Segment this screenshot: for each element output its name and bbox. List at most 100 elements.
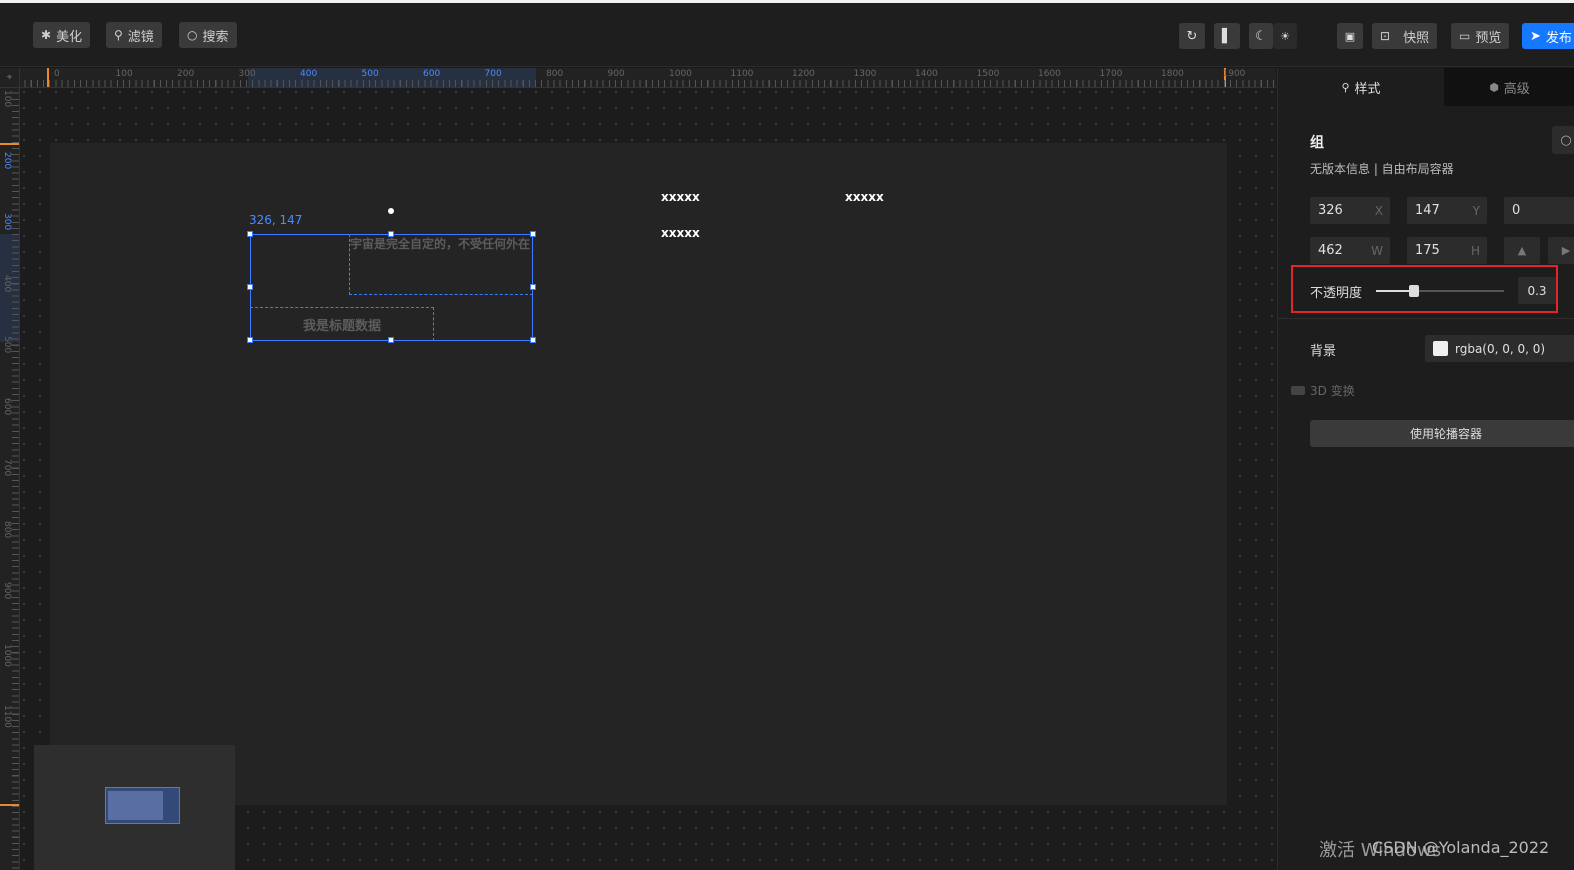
- beautify-label: 美化: [56, 29, 83, 45]
- flip-vertical-button[interactable]: ▲: [1504, 237, 1540, 264]
- ruler-top-label: 1200: [792, 69, 815, 79]
- ruler-top-label: 100: [115, 69, 133, 79]
- toggle-icon[interactable]: [1291, 386, 1305, 395]
- minimap[interactable]: [34, 745, 235, 870]
- use-carousel-button[interactable]: 使用轮播容器: [1310, 420, 1574, 447]
- tab-advanced[interactable]: ⬢ 高级: [1444, 68, 1574, 106]
- title-component-text: 我是标题数据: [302, 318, 381, 334]
- background-color-input[interactable]: rgba(0, 0, 0, 0): [1425, 335, 1574, 362]
- beautify-button[interactable]: ✱ 美化: [33, 22, 91, 48]
- height-value: 175: [1415, 243, 1440, 258]
- ruler-left-label: 500: [2, 336, 12, 354]
- flip-horizontal-icon: ▶: [1561, 244, 1571, 257]
- ruler-top-label: 500: [361, 69, 379, 79]
- ruler-top-label: 1700: [1099, 69, 1123, 79]
- selection-coordinates: 326, 147: [249, 213, 303, 227]
- ruler-top-label: 800: [546, 69, 564, 79]
- minimap-stage: [108, 791, 163, 820]
- resize-handle-ne[interactable]: [530, 231, 536, 237]
- preview-button[interactable]: ▭ 预览: [1451, 23, 1510, 49]
- ruler-left-label: 600: [2, 397, 12, 415]
- dark-mode-button[interactable]: ☾: [1249, 23, 1273, 49]
- transform-3d-label: 3D 变换: [1310, 384, 1355, 398]
- x-suffix: X: [1374, 203, 1383, 218]
- moon-icon: ☾: [1255, 28, 1267, 44]
- properties-panel: ⚲ 样式 ⬢ 高级 组 ○ 无版本信息 | 自由布局容器 326 X 147 Y…: [1277, 68, 1574, 870]
- resize-handle-n[interactable]: [388, 231, 394, 237]
- ruler-corner-icon[interactable]: ⌖: [0, 68, 20, 88]
- ruler-left: 100 200 300 400 500 600 700 800 900 1000 1100: [0, 68, 20, 870]
- ruler-left-label: 400: [2, 274, 12, 292]
- refresh-button[interactable]: ↻: [1179, 23, 1205, 49]
- search-button[interactable]: ○ 搜索: [179, 22, 237, 48]
- placeholder-text-2[interactable]: xxxxx: [845, 190, 884, 204]
- tab-advanced-label: 高级: [1503, 81, 1530, 97]
- ruler-left-label: 900: [2, 582, 12, 600]
- ruler-top-label: 200: [177, 69, 195, 79]
- transform-3d-toggle[interactable]: 3D 变换: [1291, 382, 1355, 399]
- snapshot-button[interactable]: ⊡ 快照: [1372, 23, 1438, 49]
- y-position-input[interactable]: 147 Y: [1407, 197, 1487, 224]
- refresh-icon: ↻: [1186, 28, 1198, 44]
- ruler-top-label: 1400: [915, 69, 938, 79]
- layout-button[interactable]: ▌: [1214, 23, 1240, 49]
- ruler-left-label: 1000: [2, 643, 12, 667]
- ruler-top-label: 1100: [730, 69, 754, 79]
- y-suffix: Y: [1472, 203, 1480, 218]
- send-icon: ➤: [1530, 28, 1541, 44]
- ruler-top-label: 700: [484, 69, 502, 79]
- tab-style[interactable]: ⚲ 样式: [1278, 68, 1444, 106]
- opacity-label: 不透明度: [1310, 286, 1363, 301]
- flip-horizontal-button[interactable]: ▶: [1548, 237, 1574, 264]
- color-swatch[interactable]: [1433, 341, 1448, 356]
- text-component-content: 宇宙是完全自定的，不受任何外在: [350, 237, 531, 251]
- placeholder-text-3[interactable]: xxxxx: [661, 226, 700, 240]
- resize-handle-e[interactable]: [530, 284, 536, 290]
- ruler-top-label: 1500: [976, 69, 1000, 79]
- background-color-value: rgba(0, 0, 0, 0): [1455, 341, 1546, 356]
- ruler-top-label: 400: [300, 69, 318, 79]
- sun-icon: ☀: [1280, 29, 1290, 43]
- light-mode-button[interactable]: ☀: [1273, 23, 1297, 49]
- canvas-area[interactable]: 0 100 200 300 400 500 600 700 800 900 1000 1100 1200…: [0, 68, 1276, 870]
- width-input[interactable]: 462 W: [1310, 237, 1390, 264]
- divider: [1278, 318, 1574, 319]
- search-icon[interactable]: ○: [1552, 126, 1574, 154]
- height-input[interactable]: 175 H: [1407, 237, 1487, 264]
- title-component[interactable]: 我是标题数据: [250, 307, 434, 341]
- layout-icon: ▌: [1222, 28, 1232, 44]
- ruler-top-label: 1000: [669, 69, 692, 79]
- camera-icon: ⊡: [1380, 29, 1391, 43]
- resize-handle-w[interactable]: [247, 284, 253, 290]
- resize-handle-s[interactable]: [388, 337, 394, 343]
- publish-button[interactable]: ➤ 发布: [1522, 23, 1574, 49]
- ruler-top-ticks: [0, 80, 1276, 87]
- ruler-left-label: 800: [2, 520, 12, 538]
- text-component[interactable]: 宇宙是完全自定的，不受任何外在: [349, 234, 533, 295]
- opacity-slider-track[interactable]: [1376, 285, 1504, 297]
- publish-label: 发布: [1545, 30, 1572, 46]
- use-carousel-label: 使用轮播容器: [1409, 427, 1482, 441]
- snapshot-label: 快照: [1403, 30, 1430, 46]
- search-label: 搜索: [202, 29, 229, 45]
- ruler-left-label: 200: [2, 151, 12, 169]
- ruler-left-label: 300: [2, 213, 12, 231]
- w-suffix: W: [1371, 243, 1383, 258]
- monitor-icon: ▭: [1459, 29, 1471, 43]
- x-position-input[interactable]: 326 X: [1310, 197, 1390, 224]
- filter-button[interactable]: ⚲ 滤镜: [106, 22, 162, 48]
- rotate-handle[interactable]: [388, 208, 394, 214]
- ruler-left-label: 700: [2, 459, 12, 477]
- section-title: 组: [1310, 135, 1324, 151]
- rotation-input[interactable]: 0: [1504, 197, 1574, 224]
- opacity-input[interactable]: 0.3: [1518, 277, 1556, 304]
- opacity-slider-thumb[interactable]: [1409, 285, 1420, 297]
- stage[interactable]: [50, 143, 1227, 805]
- placeholder-text-1[interactable]: xxxxx: [661, 190, 700, 204]
- resize-handle-nw[interactable]: [247, 231, 253, 237]
- cube-icon: ⬢: [1489, 80, 1499, 94]
- minimap-viewport[interactable]: [105, 787, 180, 824]
- resize-handle-se[interactable]: [530, 337, 536, 343]
- resize-handle-sw[interactable]: [247, 337, 253, 343]
- info-button[interactable]: ▣: [1337, 23, 1363, 49]
